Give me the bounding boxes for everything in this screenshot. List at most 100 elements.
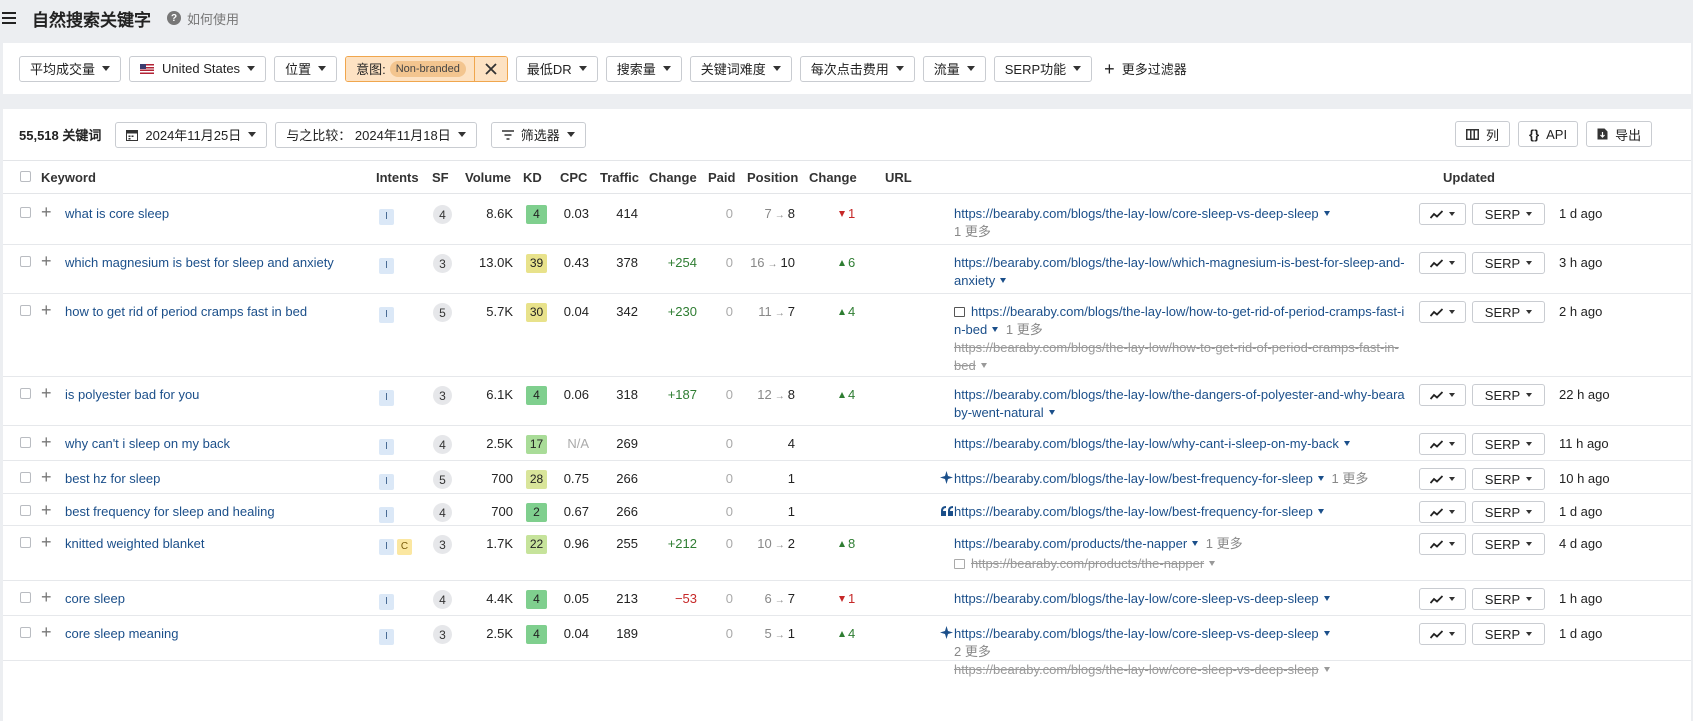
row-checkbox[interactable] [20, 388, 31, 399]
row-checkbox[interactable] [20, 305, 31, 316]
serp-button[interactable]: SERP [1472, 468, 1545, 490]
url-link[interactable]: https://bearaby.com/blogs/the-lay-low/be… [954, 471, 1313, 486]
cpc-dropdown[interactable]: 每次点击费用 [799, 55, 915, 82]
keyword-link[interactable]: how to get rid of period cramps fast in … [65, 303, 307, 321]
min-dr-dropdown[interactable]: 最低DR [515, 55, 598, 82]
keyword-link[interactable]: best frequency for sleep and healing [65, 503, 275, 521]
export-button[interactable]: 导出 [1586, 121, 1653, 147]
col-change[interactable]: Change [649, 170, 697, 185]
help-link[interactable]: ? 如何使用 [167, 9, 239, 28]
serp-button[interactable]: SERP [1472, 501, 1545, 523]
serp-button[interactable]: SERP [1472, 203, 1545, 225]
col-kd[interactable]: KD [523, 170, 542, 185]
add-to-list-icon[interactable]: + [41, 301, 52, 319]
kd-dropdown[interactable]: 关键词难度 [689, 55, 792, 82]
more-urls-link[interactable]: 1 更多 [1332, 471, 1369, 486]
more-urls-link[interactable]: 1 更多 [1006, 322, 1043, 337]
row-checkbox[interactable] [20, 472, 31, 483]
row-checkbox[interactable] [20, 437, 31, 448]
select-all-checkbox[interactable] [20, 171, 31, 182]
serp-features-dropdown[interactable]: SERP功能 [993, 55, 1093, 82]
keyword-link[interactable]: is polyester bad for you [65, 386, 199, 404]
trend-chart-button[interactable] [1419, 501, 1466, 523]
serp-button[interactable]: SERP [1472, 252, 1545, 274]
avg-deal-dropdown[interactable]: 平均成交量 [19, 55, 122, 82]
add-to-list-icon[interactable]: + [41, 252, 52, 270]
add-to-list-icon[interactable]: + [41, 384, 52, 402]
serp-button[interactable]: SERP [1472, 301, 1545, 323]
filter-button[interactable]: 筛选器 [490, 121, 586, 148]
row-checkbox[interactable] [20, 627, 31, 638]
row-checkbox[interactable] [20, 537, 31, 548]
row-checkbox[interactable] [20, 592, 31, 603]
keyword-link[interactable]: best hz for sleep [65, 470, 160, 488]
serp-button[interactable]: SERP [1472, 623, 1545, 645]
country-dropdown[interactable]: United States [129, 55, 267, 82]
previous-url-dropdown-icon[interactable] [1209, 561, 1216, 567]
url-dropdown-icon[interactable] [1323, 631, 1330, 637]
keyword-link[interactable]: core sleep meaning [65, 625, 178, 643]
previous-url-dropdown-icon[interactable] [1323, 667, 1330, 673]
keyword-link[interactable]: what is core sleep [65, 205, 169, 223]
col-updated[interactable]: Updated [1443, 170, 1495, 185]
compare-date-picker[interactable]: 与之比较： 2024年11月18日 [275, 121, 477, 148]
col-cpc[interactable]: CPC [560, 170, 587, 185]
col-position[interactable]: Position [747, 170, 798, 185]
trend-chart-button[interactable] [1419, 384, 1466, 406]
col-intents[interactable]: Intents [376, 170, 419, 185]
url-dropdown-icon[interactable] [1317, 476, 1324, 482]
keyword-link[interactable]: why can't i sleep on my back [65, 435, 230, 453]
previous-url-dropdown-icon[interactable] [980, 363, 987, 369]
col-sf[interactable]: SF [432, 170, 449, 185]
more-urls-link[interactable]: 1 更多 [1206, 536, 1243, 551]
close-icon[interactable] [473, 56, 507, 81]
trend-chart-button[interactable] [1419, 623, 1466, 645]
url-link[interactable]: https://bearaby.com/products/the-napper [954, 536, 1187, 551]
add-to-list-icon[interactable]: + [41, 433, 52, 451]
intent-filter-button[interactable]: 意图: Non-branded [346, 56, 474, 81]
add-to-list-icon[interactable]: + [41, 468, 52, 486]
url-link[interactable]: https://bearaby.com/blogs/the-lay-low/wh… [954, 255, 1405, 288]
url-link[interactable]: https://bearaby.com/blogs/the-lay-low/wh… [954, 436, 1339, 451]
add-to-list-icon[interactable]: + [41, 501, 52, 519]
columns-button[interactable]: 列 [1455, 121, 1511, 147]
serp-button[interactable]: SERP [1472, 533, 1545, 555]
previous-url[interactable]: https://bearaby.com/products/the-napper [954, 555, 1406, 573]
trend-chart-button[interactable] [1419, 301, 1466, 323]
col-paid[interactable]: Paid [708, 170, 735, 185]
keyword-link[interactable]: core sleep [65, 590, 125, 608]
trend-chart-button[interactable] [1419, 433, 1466, 455]
trend-chart-button[interactable] [1419, 533, 1466, 555]
col-url[interactable]: URL [885, 170, 912, 185]
traffic-dropdown[interactable]: 流量 [922, 55, 986, 82]
trend-chart-button[interactable] [1419, 252, 1466, 274]
trend-chart-button[interactable] [1419, 203, 1466, 225]
url-link[interactable]: https://bearaby.com/blogs/the-lay-low/co… [954, 591, 1319, 606]
url-dropdown-icon[interactable] [1343, 441, 1350, 447]
url-dropdown-icon[interactable] [1192, 541, 1199, 547]
url-dropdown-icon[interactable] [1323, 596, 1330, 602]
url-dropdown-icon[interactable] [1048, 410, 1055, 416]
keyword-link[interactable]: which magnesium is best for sleep and an… [65, 254, 334, 272]
url-dropdown-icon[interactable] [1323, 211, 1330, 217]
row-checkbox[interactable] [20, 256, 31, 267]
trend-chart-button[interactable] [1419, 588, 1466, 610]
previous-url[interactable]: https://bearaby.com/blogs/the-lay-low/ho… [954, 339, 1406, 375]
row-checkbox[interactable] [20, 207, 31, 218]
serp-button[interactable]: SERP [1472, 433, 1545, 455]
url-dropdown-icon[interactable] [992, 327, 999, 333]
url-dropdown-icon[interactable] [1000, 278, 1007, 284]
url-link[interactable]: https://bearaby.com/blogs/the-lay-low/be… [954, 504, 1313, 519]
add-to-list-icon[interactable]: + [41, 588, 52, 606]
more-urls-link[interactable]: 1 更多 [954, 223, 1406, 241]
more-filters-button[interactable]: + 更多过滤器 [1104, 59, 1187, 78]
trend-chart-button[interactable] [1419, 468, 1466, 490]
hamburger-menu-icon[interactable] [2, 11, 16, 25]
volume-dropdown[interactable]: 搜索量 [605, 55, 682, 82]
col-volume[interactable]: Volume [465, 170, 511, 185]
url-link[interactable]: https://bearaby.com/blogs/the-lay-low/th… [954, 387, 1405, 420]
url-link[interactable]: https://bearaby.com/blogs/the-lay-low/co… [954, 206, 1319, 221]
url-dropdown-icon[interactable] [1317, 509, 1324, 515]
previous-url[interactable]: https://bearaby.com/blogs/the-lay-low/co… [954, 661, 1406, 679]
add-to-list-icon[interactable]: + [41, 623, 52, 641]
